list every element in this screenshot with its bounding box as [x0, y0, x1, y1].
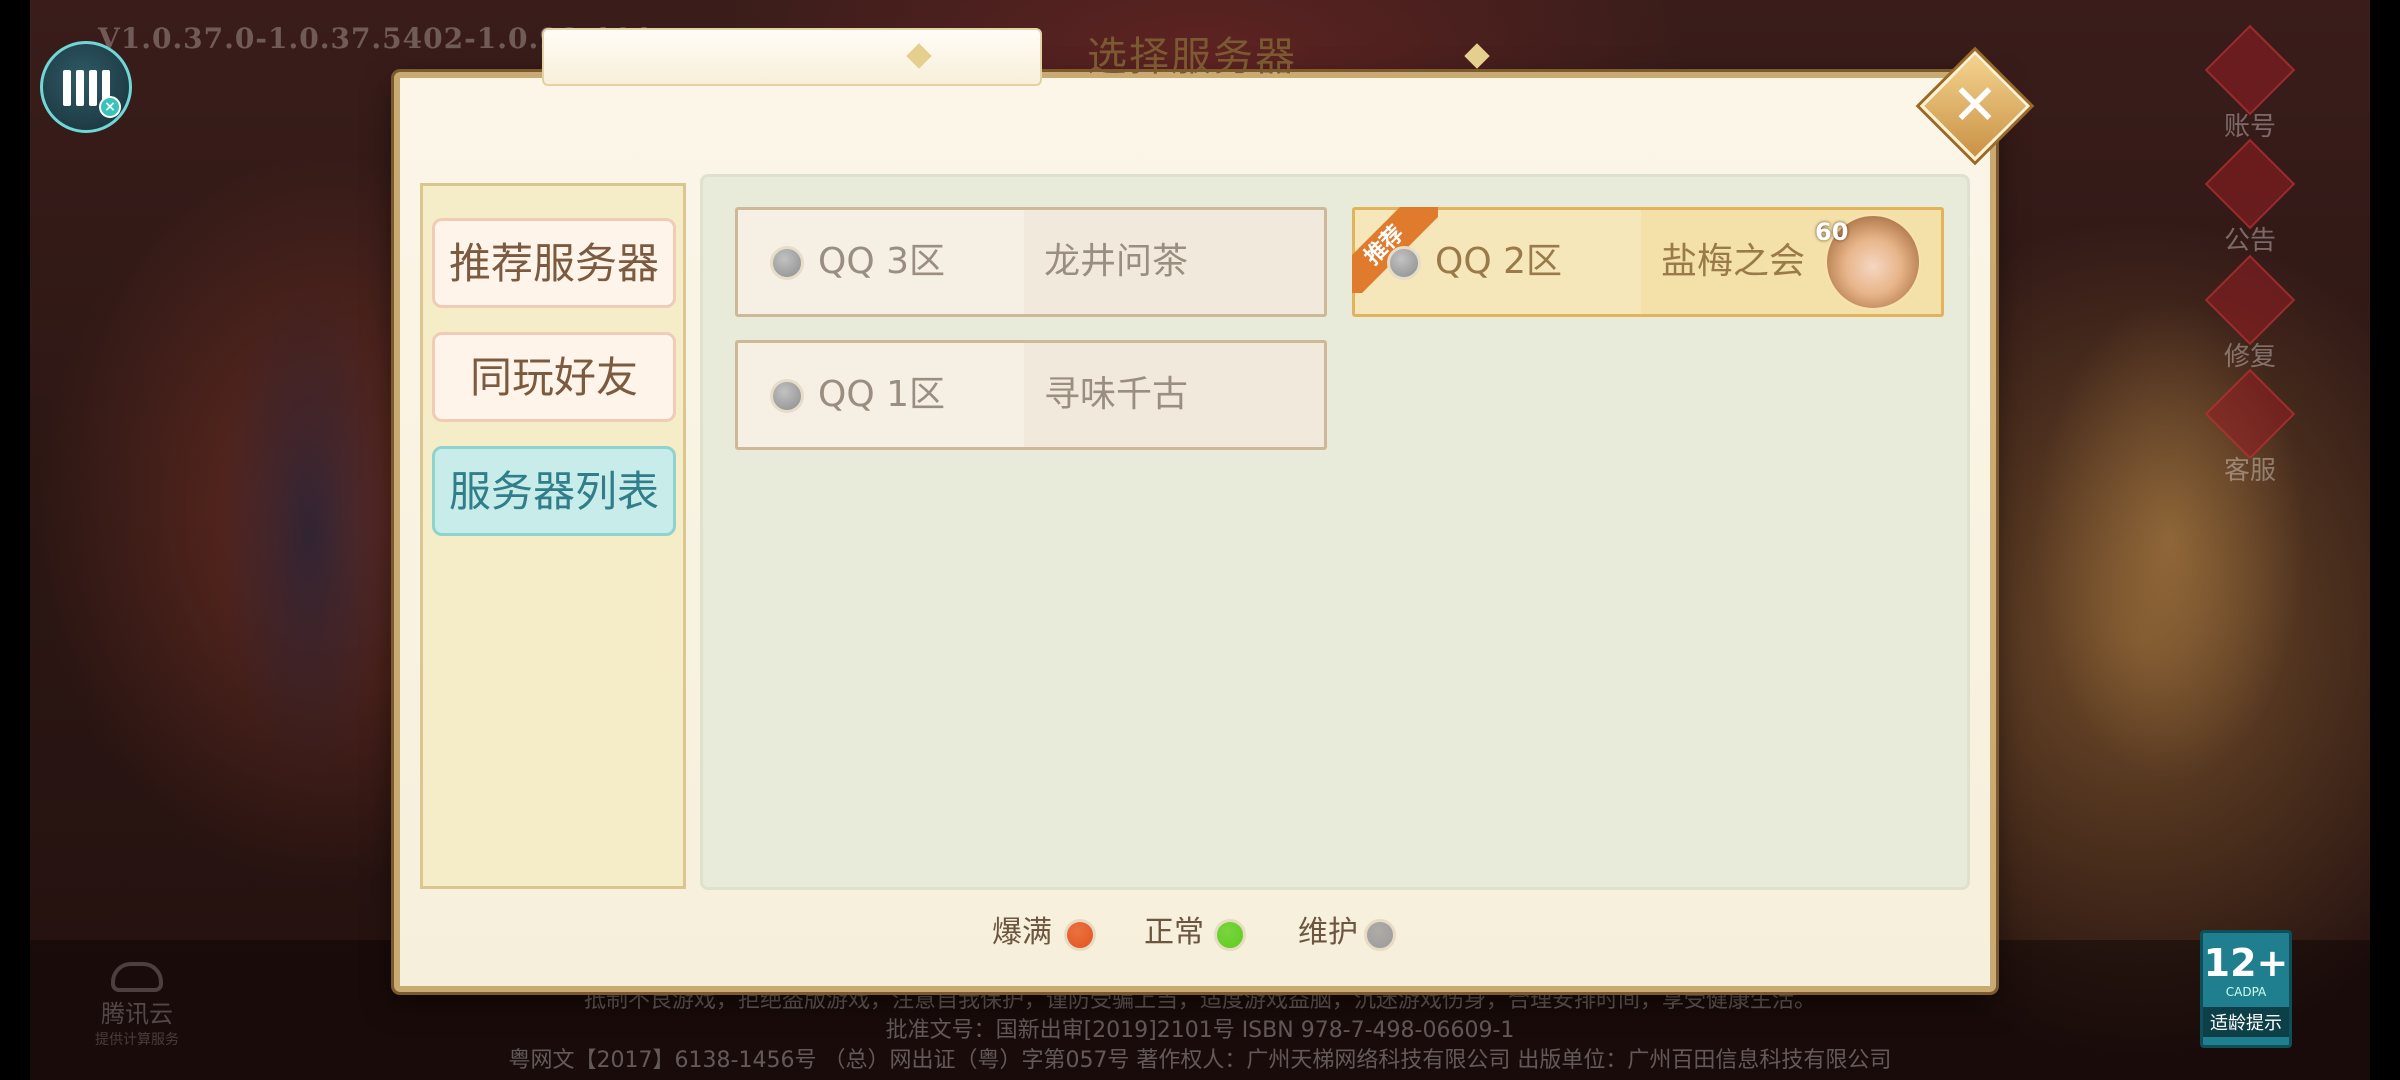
server-name: 寻味千古 — [1044, 374, 1189, 415]
tab-recommended-servers[interactable]: 推荐服务器 — [432, 218, 676, 308]
age-rating-org: CADPA — [2225, 985, 2267, 999]
side-menu-customer-service[interactable]: 客服 — [2200, 368, 2300, 487]
tab-server-list[interactable]: 服务器列表 — [432, 446, 676, 536]
age-rating-badge[interactable]: 12+ CADPA 适龄提示 — [2200, 930, 2292, 1048]
status-maintenance-icon — [1364, 919, 1396, 951]
status-full-icon — [1064, 919, 1096, 951]
tab-friends[interactable]: 同玩好友 — [432, 332, 676, 422]
legend-maintenance-label: 维护 — [1298, 915, 1358, 950]
customer-service-icon — [2204, 368, 2296, 460]
server-name: 盐梅之会 — [1661, 241, 1806, 282]
close-icon[interactable]: ✕ — [1936, 67, 2014, 145]
status-maintenance-icon — [1387, 246, 1421, 280]
status-maintenance-icon — [770, 246, 804, 280]
server-zone: QQ 3区 — [818, 241, 946, 282]
side-menu-announcement[interactable]: 公告 — [2200, 138, 2300, 257]
side-menu-repair[interactable]: 修复 — [2200, 254, 2300, 373]
piano-button[interactable]: × — [40, 41, 132, 133]
server-name: 龙井问茶 — [1044, 241, 1189, 282]
status-maintenance-icon — [770, 379, 804, 413]
piano-key-icon — [76, 70, 84, 106]
legal-line-2: 批准文号：国新出审[2019]2101号 ISBN 978-7-498-0660… — [885, 1018, 1515, 1043]
status-normal-icon — [1214, 919, 1246, 951]
account-icon — [2204, 24, 2296, 116]
server-zone: QQ 2区 — [1435, 241, 1563, 282]
side-menu-account[interactable]: 账号 — [2200, 24, 2300, 143]
server-card-qq2[interactable]: 推荐 QQ 2区 盐梅之会 60 — [1352, 207, 1944, 317]
player-level: 60 — [1815, 218, 1849, 246]
server-card-qq3[interactable]: QQ 3区 龙井问茶 — [735, 207, 1327, 317]
legend-full-label: 爆满 — [992, 915, 1052, 950]
left-letterbox — [0, 0, 30, 1080]
legal-line-3: 粤网文【2017】6138-1456号 （总）网出证（粤）字第057号 著作权人… — [508, 1048, 1892, 1073]
background-character-right — [1980, 180, 2360, 880]
legend-normal-label: 正常 — [1144, 915, 1204, 950]
right-letterbox — [2370, 0, 2400, 1080]
server-list-panel: QQ 3区 龙井问茶 推荐 QQ 2区 盐梅之会 60 QQ 1区 寻味千古 — [700, 174, 1970, 890]
announcement-icon — [2204, 138, 2296, 230]
server-zone: QQ 1区 — [818, 374, 946, 415]
piano-key-icon — [89, 70, 97, 106]
age-rating-tip: 适龄提示 — [2203, 1007, 2289, 1037]
age-rating-number: 12+ — [2203, 941, 2289, 985]
server-card-qq1[interactable]: QQ 1区 寻味千古 — [735, 340, 1327, 450]
piano-key-icon — [63, 70, 71, 106]
close-badge-icon: × — [99, 96, 121, 118]
dialog-title: 选择服务器 — [1087, 34, 1297, 80]
repair-icon — [2204, 254, 2296, 346]
